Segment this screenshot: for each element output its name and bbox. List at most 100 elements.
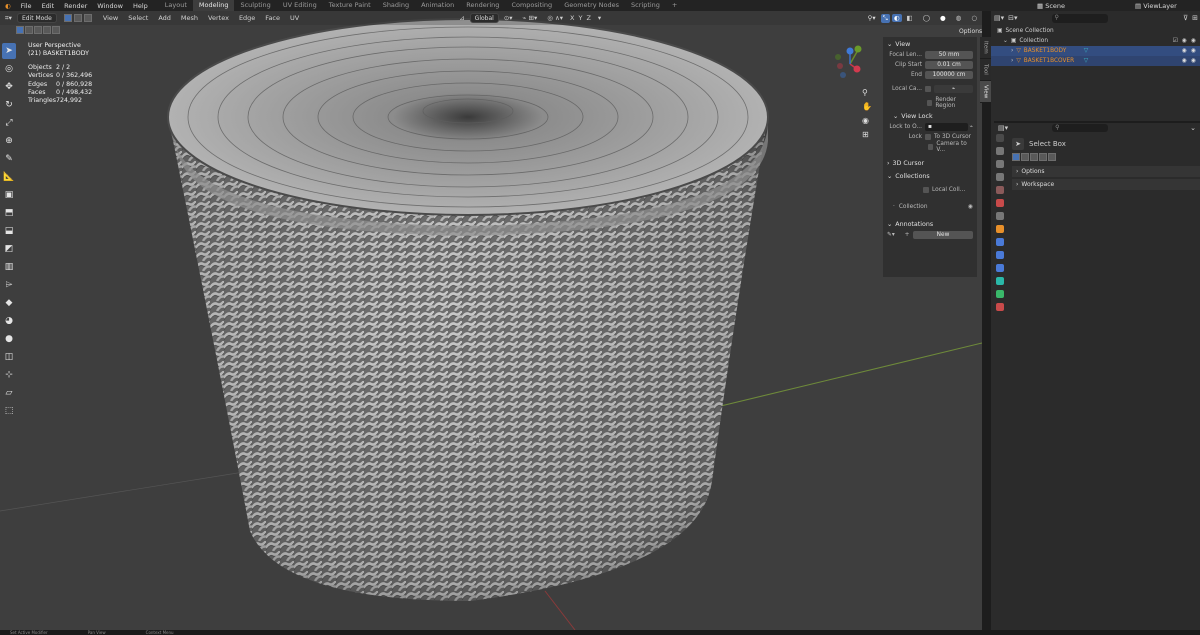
menu-add[interactable]: Add xyxy=(153,14,176,22)
new-annotation-button[interactable]: New xyxy=(913,231,973,239)
material-tab-icon[interactable] xyxy=(996,303,1004,311)
tab-rendering[interactable]: Rendering xyxy=(460,0,505,11)
view-layer-tab-icon[interactable] xyxy=(996,173,1004,181)
outliner-search-input[interactable]: ⚲ xyxy=(1051,13,1108,23)
tab-texture-paint[interactable]: Texture Paint xyxy=(323,0,377,11)
local-collections-checkbox[interactable] xyxy=(923,187,929,193)
lock-to-object-field[interactable]: ▪ xyxy=(925,123,968,131)
3d-cursor-header[interactable]: › 3D Cursor xyxy=(887,158,973,169)
axis-y-toggle[interactable]: Y xyxy=(576,14,584,22)
pin-icon[interactable]: ⌄ xyxy=(1190,124,1196,132)
tab-geometry-nodes[interactable]: Geometry Nodes xyxy=(558,0,625,11)
transform-orientation-select[interactable]: Global xyxy=(469,13,499,23)
view-lock-header[interactable]: ⌄ View Lock xyxy=(887,111,973,122)
ortho-toggle-icon[interactable]: ⊞ xyxy=(862,130,872,139)
measure-tool-icon[interactable]: 📐 xyxy=(2,169,16,185)
tab-uv-editing[interactable]: UV Editing xyxy=(277,0,323,11)
move-tool-icon[interactable]: ✥ xyxy=(2,79,16,95)
scene-tab-icon[interactable] xyxy=(996,186,1004,194)
collections-header[interactable]: ⌄ Collections xyxy=(887,171,973,182)
menu-render[interactable]: Render xyxy=(59,2,92,10)
properties-editor-icon[interactable]: ▤▾ xyxy=(998,124,1008,132)
vertex-select-mode-button[interactable] xyxy=(63,14,72,22)
edge-select-mode-button[interactable] xyxy=(73,14,82,22)
shading-material-icon[interactable]: ◍ xyxy=(951,14,967,22)
blender-logo-icon[interactable]: ◐ xyxy=(0,2,16,10)
camera-view-icon[interactable]: ◉ xyxy=(862,116,872,125)
shading-solid-icon[interactable]: ● xyxy=(935,14,951,22)
tab-animation[interactable]: Animation xyxy=(415,0,460,11)
outliner-object-basket1bcover[interactable]: › ▽ BASKET1BCOVER ▽ ◉ ◉ xyxy=(991,56,1200,66)
tab-tool[interactable]: Tool xyxy=(980,59,991,81)
scale-tool-icon[interactable]: ⤢ xyxy=(2,115,16,131)
mode-intersect-button[interactable] xyxy=(1048,153,1056,161)
menu-mesh[interactable]: Mesh xyxy=(176,14,203,22)
edge-slide-tool-icon[interactable]: ◫ xyxy=(2,349,16,365)
tab-compositing[interactable]: Compositing xyxy=(505,0,558,11)
menu-edit[interactable]: Edit xyxy=(37,2,60,10)
shading-wireframe-icon[interactable]: ◯ xyxy=(918,14,935,22)
menu-edge[interactable]: Edge xyxy=(234,14,260,22)
poly-build-tool-icon[interactable]: ◆ xyxy=(2,295,16,311)
viewlayer-selector[interactable]: ▤ ViewLayer xyxy=(1130,2,1200,10)
clip-start-field[interactable]: 0.01 cm xyxy=(925,61,973,69)
tab-scripting[interactable]: Scripting xyxy=(625,0,666,11)
options-section[interactable]: › Options xyxy=(1012,166,1200,177)
mode-extend-button[interactable] xyxy=(1021,153,1029,161)
tool-tab-icon[interactable] xyxy=(996,134,1004,142)
knife-tool-icon[interactable]: ⌲ xyxy=(2,277,16,293)
annotations-header[interactable]: ⌄ Annotations xyxy=(887,219,973,230)
bevel-tool-icon[interactable]: ◩ xyxy=(2,241,16,257)
view-panel-header[interactable]: ⌄ View xyxy=(887,39,973,50)
camera-icon[interactable]: ◉ xyxy=(1191,48,1196,54)
physics-tab-icon[interactable] xyxy=(996,264,1004,272)
tab-sculpting[interactable]: Sculpting xyxy=(234,0,276,11)
select-box-tool-icon[interactable]: ➤ xyxy=(2,43,16,59)
render-region-checkbox[interactable] xyxy=(927,100,933,106)
properties-search-input[interactable]: ⚲ xyxy=(1052,124,1109,132)
loop-cut-tool-icon[interactable]: ▥ xyxy=(2,259,16,275)
local-camera-checkbox[interactable] xyxy=(925,86,931,92)
clip-end-field[interactable]: 100000 cm xyxy=(925,71,973,79)
select-subtract-button[interactable] xyxy=(34,26,42,34)
mode-selector[interactable]: Edit Mode xyxy=(16,13,57,23)
tab-modeling[interactable]: Modeling xyxy=(192,0,235,11)
select-new-button[interactable] xyxy=(16,26,24,34)
outliner-collection[interactable]: ⌄ ▣ Collection ☑ ◉ ◉ xyxy=(991,36,1200,46)
render-tab-icon[interactable] xyxy=(996,147,1004,155)
3d-viewport[interactable] xyxy=(0,11,982,630)
shrink-fatten-tool-icon[interactable]: ⊹ xyxy=(2,367,16,383)
particles-tab-icon[interactable] xyxy=(996,251,1004,259)
eye-icon[interactable]: ◉ xyxy=(1182,48,1187,54)
cursor-tool-icon[interactable]: ◎ xyxy=(2,61,16,77)
collection-tab-icon[interactable] xyxy=(996,212,1004,220)
menu-uv[interactable]: UV xyxy=(285,14,304,22)
outliner-editor-icon[interactable]: ▤▾ xyxy=(994,14,1004,22)
mirror-options-icon[interactable]: ▾ xyxy=(593,14,606,22)
pivot-icon[interactable]: ⊙▾ xyxy=(499,14,518,22)
visibility-icon[interactable]: ⚲▾ xyxy=(863,14,881,22)
transform-tool-icon[interactable]: ⊕ xyxy=(2,133,16,149)
editor-type-icon[interactable]: ⌗▾ xyxy=(0,14,17,23)
axis-z-toggle[interactable]: Z xyxy=(584,14,592,22)
outliner-filter-funnel-icon[interactable]: ⊽ xyxy=(1183,14,1188,22)
camera-icon[interactable]: ◉ xyxy=(1191,58,1196,64)
new-collection-icon[interactable]: ⊞ xyxy=(1192,14,1198,22)
menu-file[interactable]: File xyxy=(16,2,37,10)
constraints-tab-icon[interactable] xyxy=(996,277,1004,285)
pan-hand-icon[interactable]: ✋ xyxy=(862,102,872,111)
workspace-section[interactable]: › Workspace xyxy=(1012,179,1200,190)
snap-icon[interactable]: ⌁ ⊞▾ xyxy=(518,14,543,22)
xray-toggle-icon[interactable]: ◧ xyxy=(902,14,918,22)
extrude-tool-icon[interactable]: ⬒ xyxy=(2,205,16,221)
overlay-toggle-icon[interactable]: ◐ xyxy=(891,14,902,22)
collection-name[interactable]: Collection xyxy=(899,204,968,210)
shading-rendered-icon[interactable]: ○ xyxy=(966,14,982,22)
shear-tool-icon[interactable]: ▱ xyxy=(2,385,16,401)
tab-layout[interactable]: Layout xyxy=(159,0,193,11)
axis-x-toggle[interactable]: X xyxy=(568,14,576,22)
menu-window[interactable]: Window xyxy=(92,2,128,10)
data-tab-icon[interactable] xyxy=(996,290,1004,298)
menu-view[interactable]: View xyxy=(98,14,123,22)
eye-icon[interactable]: ◉ xyxy=(1182,58,1187,64)
